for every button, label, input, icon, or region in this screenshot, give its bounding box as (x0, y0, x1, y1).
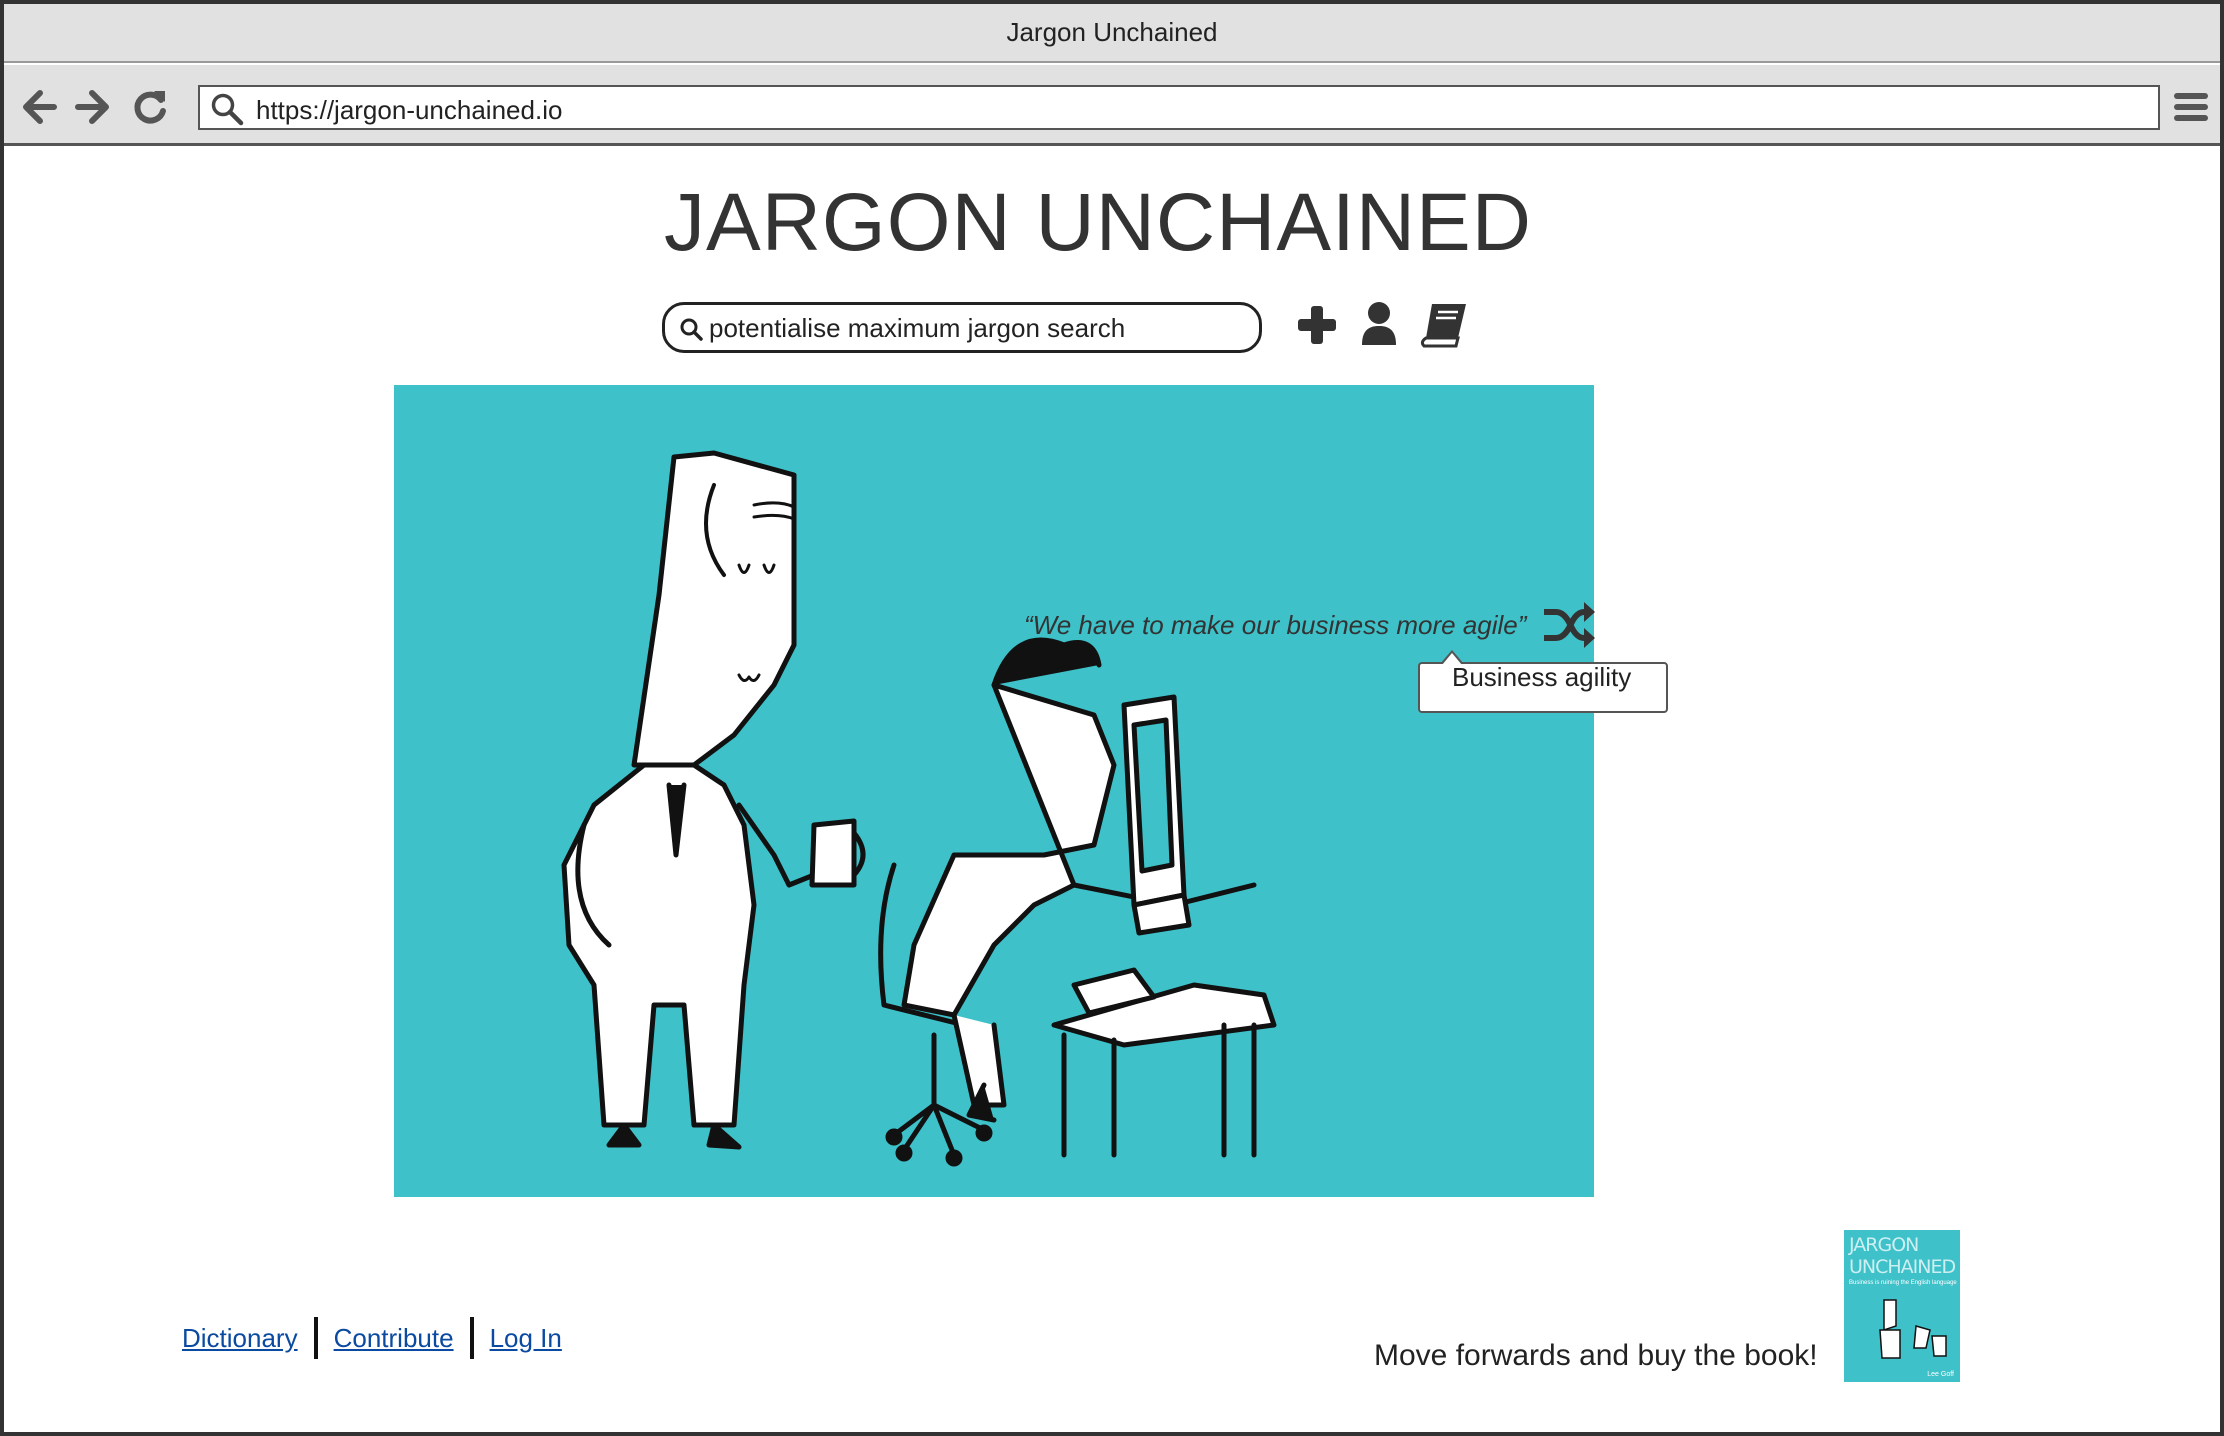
buy-book-text: Move forwards and buy the book! (1374, 1339, 1818, 1372)
jargon-search-input[interactable] (709, 312, 1249, 344)
footer-nav: Dictionary Contribute Log In (182, 1316, 562, 1360)
footer-divider (469, 1317, 474, 1359)
reload-button[interactable] (130, 87, 170, 127)
book-cover[interactable]: JARGON UNCHAINED Business is ruining the… (1844, 1230, 1960, 1382)
book-cover-author: Lee Goff (1927, 1371, 1954, 1378)
book-cover-subtitle: Business is ruining the English language (1849, 1280, 1957, 1286)
book-cover-title: JARGON UNCHAINED (1849, 1234, 1956, 1278)
footer-link-login[interactable]: Log In (490, 1323, 562, 1354)
tooltip-text: Business agility (1452, 662, 1632, 692)
window-title: Jargon Unchained (1006, 17, 1218, 47)
footer-divider (313, 1317, 318, 1359)
book-icon (1420, 304, 1466, 348)
plus-icon (1298, 306, 1336, 344)
refresh-icon (134, 91, 166, 124)
shuffle-icon (1544, 602, 1595, 648)
jargon-quote: “We have to make our business more agile… (1024, 610, 1527, 640)
user-icon (1362, 302, 1396, 345)
search-icon (211, 93, 244, 126)
search-icon (680, 318, 703, 341)
account-button[interactable] (1360, 301, 1398, 347)
browser-toolbar (4, 65, 2220, 146)
address-bar[interactable] (198, 85, 2160, 130)
hero-illustration (394, 385, 1594, 1197)
back-button[interactable] (20, 87, 60, 127)
arrow-left-icon (23, 90, 57, 124)
hamburger-menu-icon (2174, 93, 2208, 121)
site-title: JARGON UNCHAINED (664, 177, 1532, 268)
dictionary-button[interactable] (1420, 302, 1468, 348)
forward-button[interactable] (72, 87, 112, 127)
footer-link-contribute[interactable]: Contribute (334, 1323, 454, 1354)
shuffle-quote-button[interactable] (1542, 600, 1596, 650)
url-input[interactable] (256, 95, 2136, 126)
browser-menu-button[interactable] (2172, 87, 2210, 127)
definition-tooltip: Business agility (1418, 650, 1668, 713)
cartoon-illustration (561, 450, 1277, 1167)
jargon-search-box[interactable] (662, 302, 1262, 353)
book-cover-illustration (1879, 1299, 1947, 1359)
add-button[interactable] (1296, 304, 1338, 346)
title-bar: Jargon Unchained (4, 4, 2220, 63)
arrow-right-icon (75, 90, 109, 124)
browser-window: Jargon Unchained https://jargon-unchaine… (0, 0, 2224, 1436)
footer-link-dictionary[interactable]: Dictionary (182, 1323, 298, 1354)
